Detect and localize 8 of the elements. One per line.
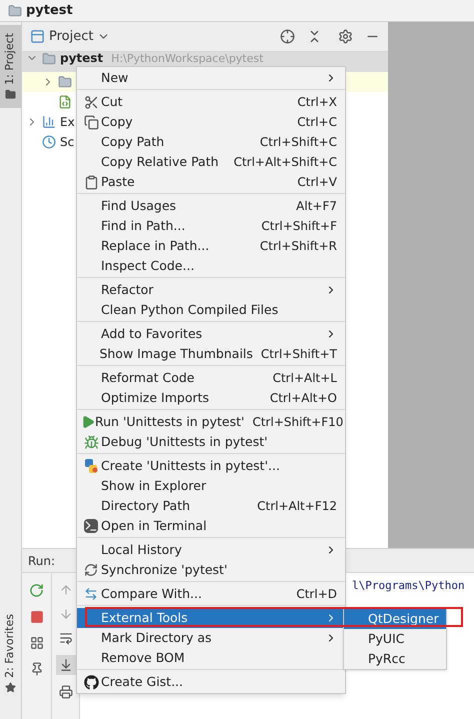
tree-path: H:\PythonWorkspace\pytest	[111, 52, 264, 65]
window-title: pytest	[26, 2, 73, 20]
console-line: l\Programs\Python	[352, 578, 466, 594]
tree-label: pytest	[60, 52, 104, 65]
tree-label: Ex	[60, 116, 75, 128]
tree-label: Sc	[60, 136, 74, 148]
panel-title: Project	[49, 28, 94, 46]
run-title: Run:	[28, 552, 56, 570]
